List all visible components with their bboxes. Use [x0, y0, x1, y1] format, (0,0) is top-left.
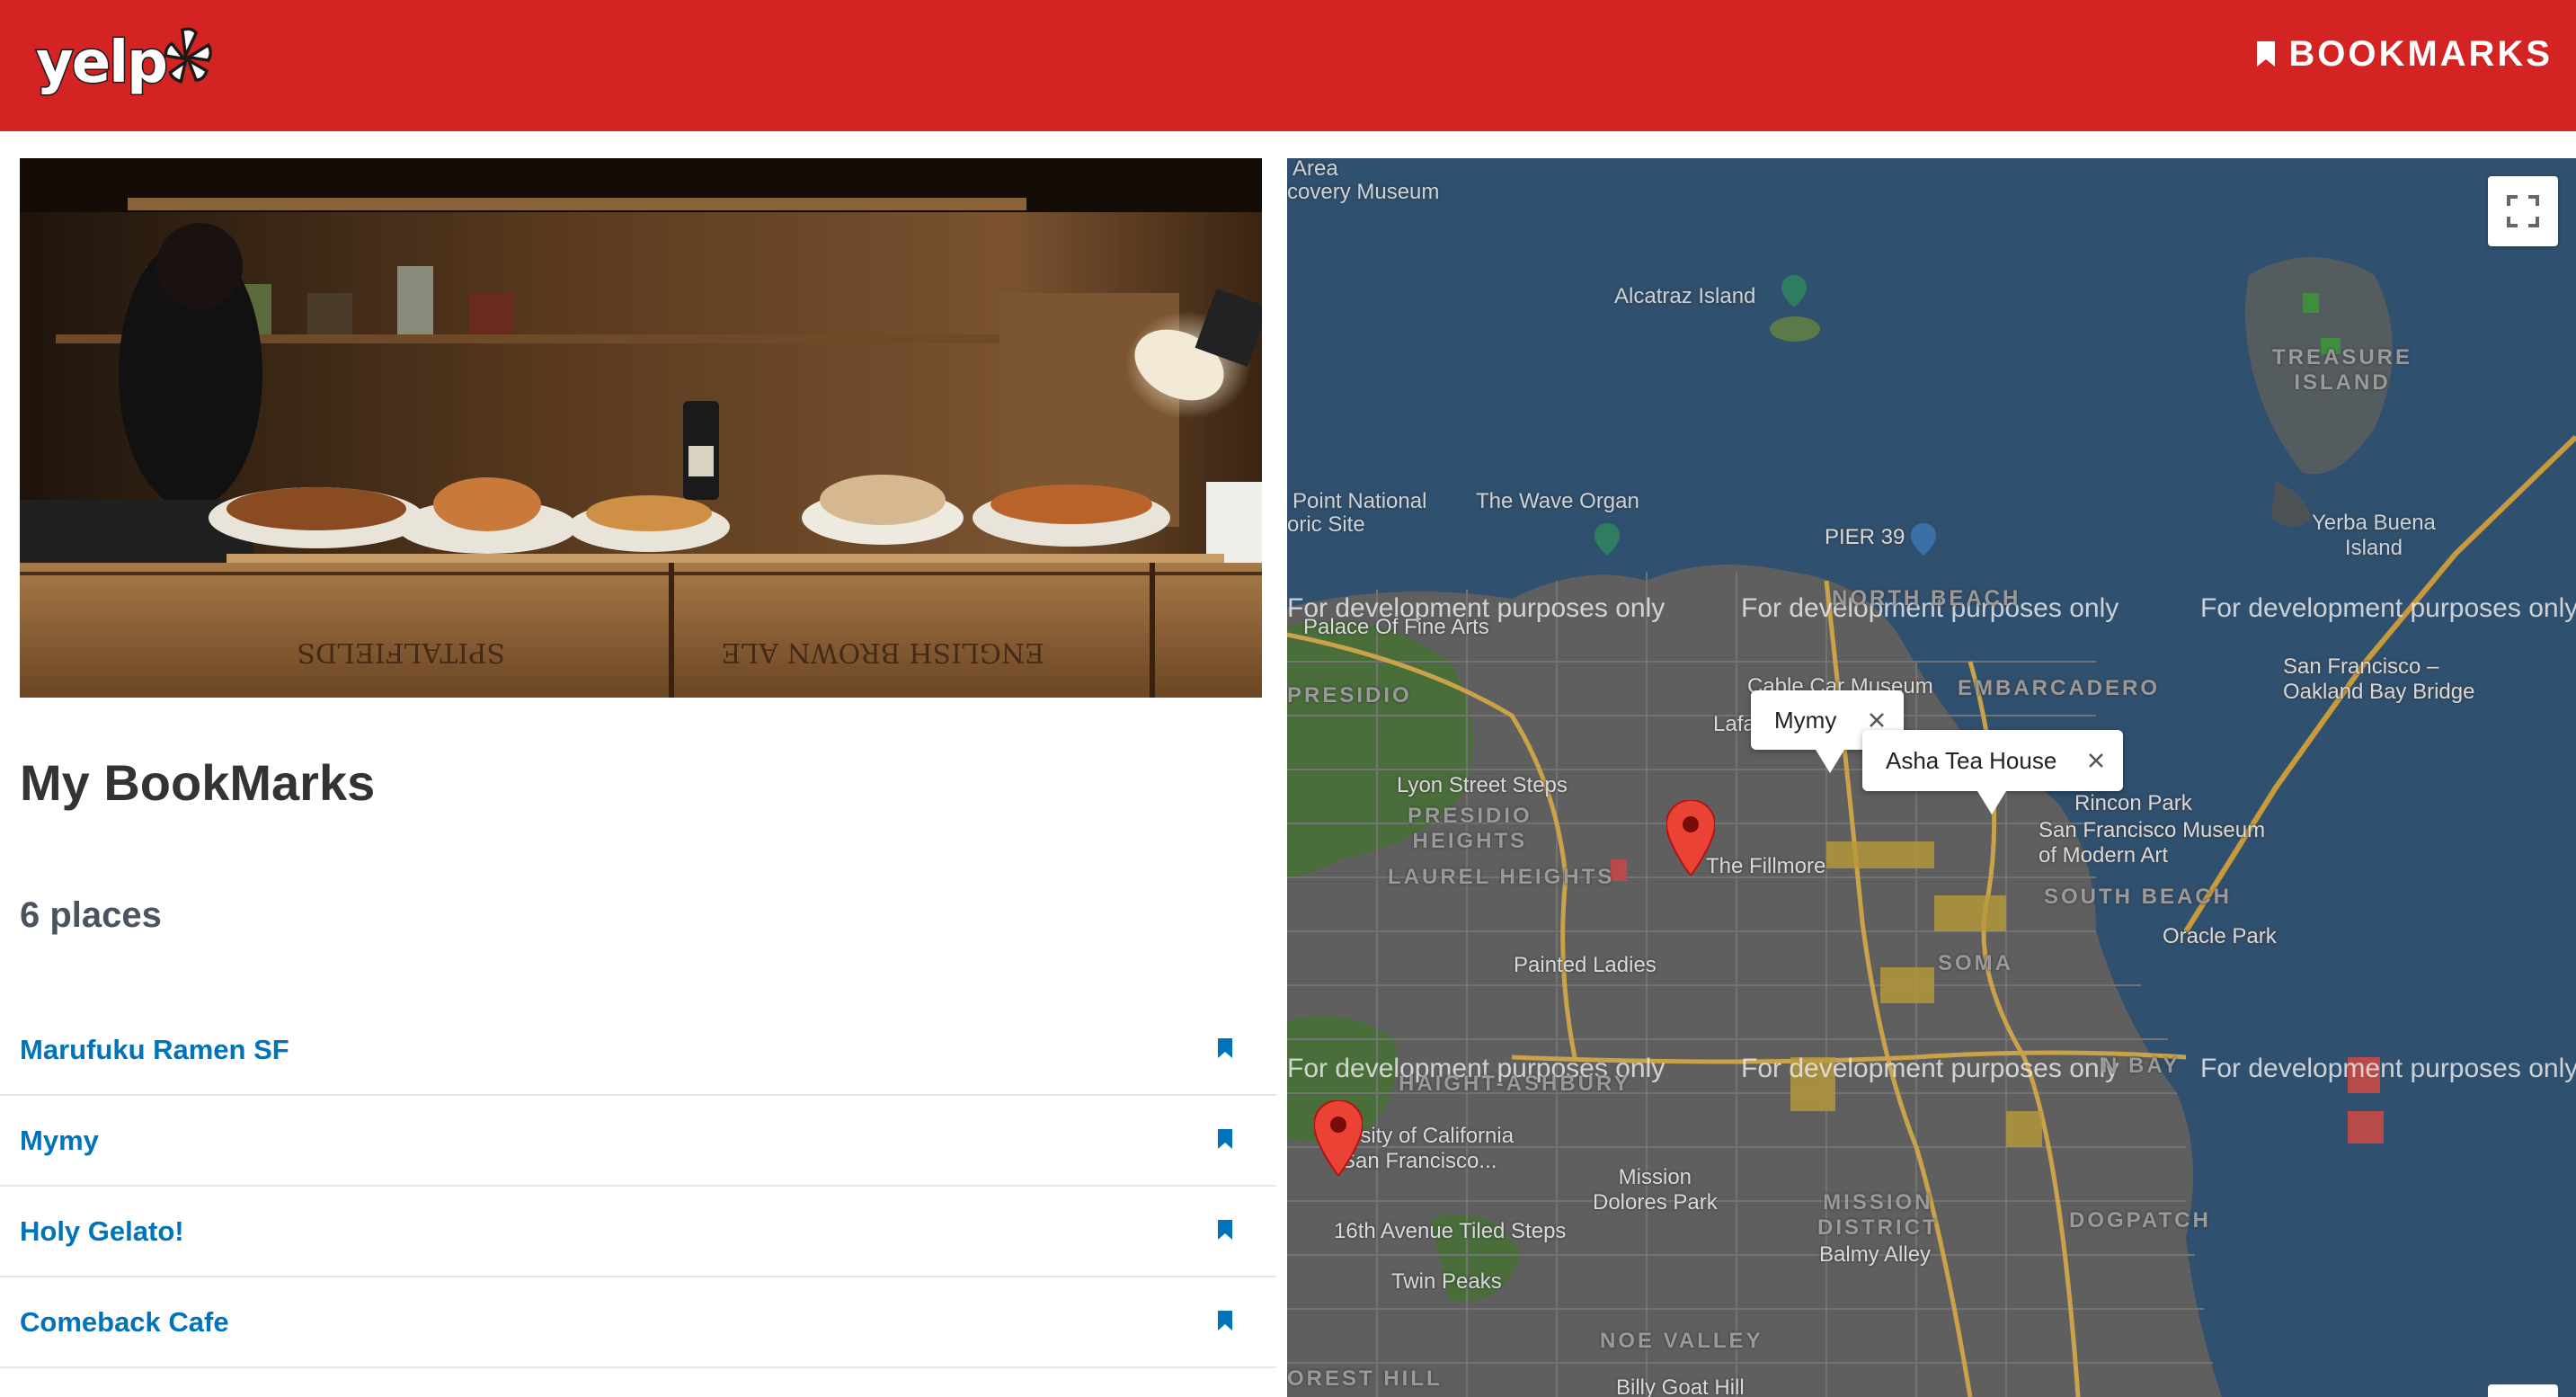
- map-label: MISSION DISTRICT: [1817, 1190, 1939, 1240]
- map-label: San Francisco – Oakland Bay Bridge: [2283, 654, 2475, 704]
- bookmarks-label: BOOKMARKS: [2288, 33, 2553, 74]
- bookmark-icon[interactable]: [1217, 1128, 1233, 1150]
- svg-text:ENGLISH BROWN ALE: ENGLISH BROWN ALE: [722, 636, 1044, 668]
- bookmarks-nav-link[interactable]: BOOKMARKS: [2256, 31, 2553, 77]
- place-link[interactable]: Comeback Cafe: [20, 1306, 229, 1339]
- dev-watermark: For development purposes only: [1741, 1054, 2119, 1083]
- top-header: yelp BOOKMARKS: [0, 0, 2576, 131]
- fullscreen-icon: [2507, 195, 2539, 227]
- places-list: Marufuku Ramen SF Mymy Holy Gelato! Come…: [0, 1005, 1276, 1368]
- yelp-logo[interactable]: yelp: [35, 16, 216, 110]
- poi-pin-icon: [1594, 523, 1620, 556]
- map-label: The Fillmore: [1706, 854, 1826, 878]
- map-label: The Wave Organ: [1476, 489, 1639, 513]
- map-label: San Francisco Museum of Modern Art: [2039, 818, 2266, 868]
- bookmark-icon: [2257, 41, 2276, 67]
- map-label: N BAY: [2101, 1054, 2181, 1078]
- map-label: covery Museum: [1287, 180, 1440, 204]
- map-label: Rincon Park: [2074, 791, 2192, 815]
- map-label: DOGPATCH: [2069, 1208, 2211, 1232]
- map-label: Alcatraz Island: [1614, 284, 1756, 308]
- infowindow-title: Asha Tea House: [1886, 746, 2057, 774]
- map-label: 16th Avenue Tiled Steps: [1334, 1219, 1567, 1243]
- map-label: Balmy Alley: [1819, 1242, 1932, 1267]
- bookmarks-panel: SPITALFIELDS ENGLISH BROWN ALE My BookMa…: [0, 131, 1276, 1397]
- place-link[interactable]: Marufuku Ramen SF: [20, 1034, 289, 1066]
- yelp-burst-icon: [164, 27, 212, 84]
- place-link[interactable]: Holy Gelato!: [20, 1215, 184, 1248]
- poi-pin-icon: [1911, 523, 1936, 556]
- infowindow-tail: [1977, 791, 2006, 814]
- map-label: NOE VALLEY: [1600, 1329, 1763, 1353]
- infowindow-tail: [1816, 750, 1844, 773]
- dev-watermark: For development purposes only: [2200, 593, 2576, 623]
- map-label: Lyon Street Steps: [1397, 773, 1568, 797]
- map-label: Painted Ladies: [1514, 953, 1657, 977]
- map-zoom-control[interactable]: [2488, 1384, 2558, 1397]
- poi-pin-icon: [1781, 275, 1807, 307]
- bookmark-icon[interactable]: [1217, 1037, 1233, 1059]
- close-icon[interactable]: [1866, 709, 1888, 731]
- map-label: HAIGHT-ASHBURY: [1399, 1072, 1631, 1096]
- map-label: ersity of California San Francisco...: [1341, 1124, 1515, 1173]
- map-label: PRESIDIO HEIGHTS: [1408, 804, 1532, 853]
- map-label: SOMA: [1938, 951, 2013, 975]
- map-label: EMBARCADERO: [1958, 676, 2160, 700]
- map-marker-icon[interactable]: [1666, 800, 1715, 876]
- map-label: Twin Peaks: [1391, 1269, 1502, 1294]
- map-label: Oracle Park: [2163, 924, 2277, 948]
- map-label: PIER 39: [1825, 525, 1905, 549]
- list-item[interactable]: Mymy: [0, 1096, 1276, 1187]
- place-count: 6 places: [20, 895, 162, 935]
- page-title: My BookMarks: [20, 754, 376, 811]
- map-label: SOUTH BEACH: [2044, 885, 2233, 909]
- infowindow-title: Mymy: [1774, 706, 1837, 734]
- fullscreen-button[interactable]: [2488, 176, 2558, 246]
- list-item[interactable]: Marufuku Ramen SF: [0, 1005, 1276, 1096]
- bookmark-icon[interactable]: [1217, 1219, 1233, 1241]
- map-label: NORTH BEACH: [1832, 586, 2021, 610]
- map-label: Area: [1292, 158, 1338, 181]
- map-label: oric Site: [1287, 512, 1365, 537]
- map-label: Mission Dolores Park: [1593, 1165, 1718, 1215]
- map-label: Point National: [1292, 489, 1427, 513]
- place-link[interactable]: Mymy: [20, 1125, 99, 1157]
- map-label: Billy Goat Hill: [1616, 1375, 1745, 1397]
- bookmark-icon[interactable]: [1217, 1310, 1233, 1331]
- dev-watermark: For development purposes only: [2200, 1054, 2576, 1083]
- hero-food-image: SPITALFIELDS ENGLISH BROWN ALE: [20, 158, 1262, 698]
- svg-text:SPITALFIELDS: SPITALFIELDS: [297, 636, 505, 668]
- map-label: Yerba Buena Island: [2312, 511, 2436, 560]
- map-label: LAUREL HEIGHTS: [1388, 865, 1615, 889]
- map-marker-icon[interactable]: [1314, 1100, 1363, 1176]
- map-view[interactable]: For development purposes only For develo…: [1287, 158, 2576, 1397]
- logo-text: yelp: [35, 29, 170, 98]
- map-label: PRESIDIO: [1287, 683, 1412, 707]
- list-item[interactable]: Holy Gelato!: [0, 1187, 1276, 1277]
- map-label: OREST HILL: [1287, 1366, 1443, 1391]
- map-infowindow[interactable]: Asha Tea House: [1862, 730, 2123, 814]
- map-label: Palace Of Fine Arts: [1303, 615, 1489, 639]
- map-label: TREASURE ISLAND: [2272, 345, 2413, 395]
- close-icon[interactable]: [2085, 750, 2107, 771]
- list-item[interactable]: Comeback Cafe: [0, 1277, 1276, 1368]
